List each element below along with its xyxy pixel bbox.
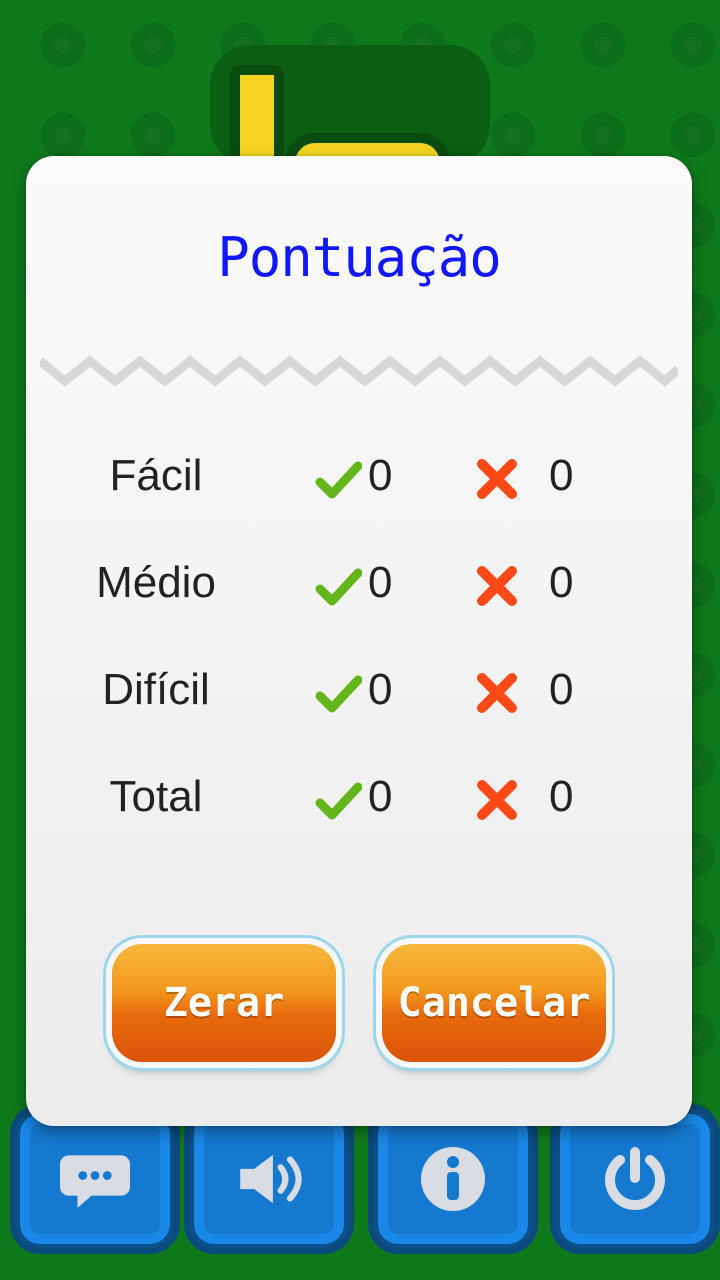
score-row-medium: Médio 0 0 [26,553,692,623]
cross-icon [477,673,517,713]
check-icon [315,675,362,713]
row-label: Total [109,772,203,821]
app-logo [210,45,490,223]
bottom-toolbar [0,1100,720,1280]
info-icon [418,1144,488,1214]
sound-button[interactable] [190,1110,348,1248]
chat-button[interactable] [16,1110,174,1248]
wrong-count: 0 [549,558,574,607]
correct-count: 0 [368,665,393,714]
score-row-total: Total 0 0 [26,767,692,837]
score-dialog: Pontuação Fácil 0 0 Médio 0 0 Difícil 0 … [26,156,692,1126]
reset-button[interactable]: Zerar [112,944,336,1062]
power-button[interactable] [556,1110,714,1248]
wrong-count: 0 [549,451,574,500]
check-icon [315,461,362,499]
cross-icon [477,459,517,499]
row-label: Médio [96,558,216,607]
chat-icon [60,1144,130,1214]
score-row-easy: Fácil 0 0 [26,446,692,516]
cross-icon [477,566,517,606]
correct-count: 0 [368,772,393,821]
correct-count: 0 [368,558,393,607]
row-label: Difícil [102,665,210,714]
sound-icon [234,1144,304,1214]
power-icon [600,1144,670,1214]
score-row-hard: Difícil 0 0 [26,660,692,730]
info-button[interactable] [374,1110,532,1248]
wrong-count: 0 [549,772,574,821]
wrong-count: 0 [549,665,574,714]
zigzag-divider [40,355,678,387]
cross-icon [477,780,517,820]
row-label: Fácil [109,451,203,500]
check-icon [315,782,362,820]
check-icon [315,568,362,606]
correct-count: 0 [368,451,393,500]
cancel-button[interactable]: Cancelar [382,944,606,1062]
dialog-title: Pontuação [217,226,502,289]
